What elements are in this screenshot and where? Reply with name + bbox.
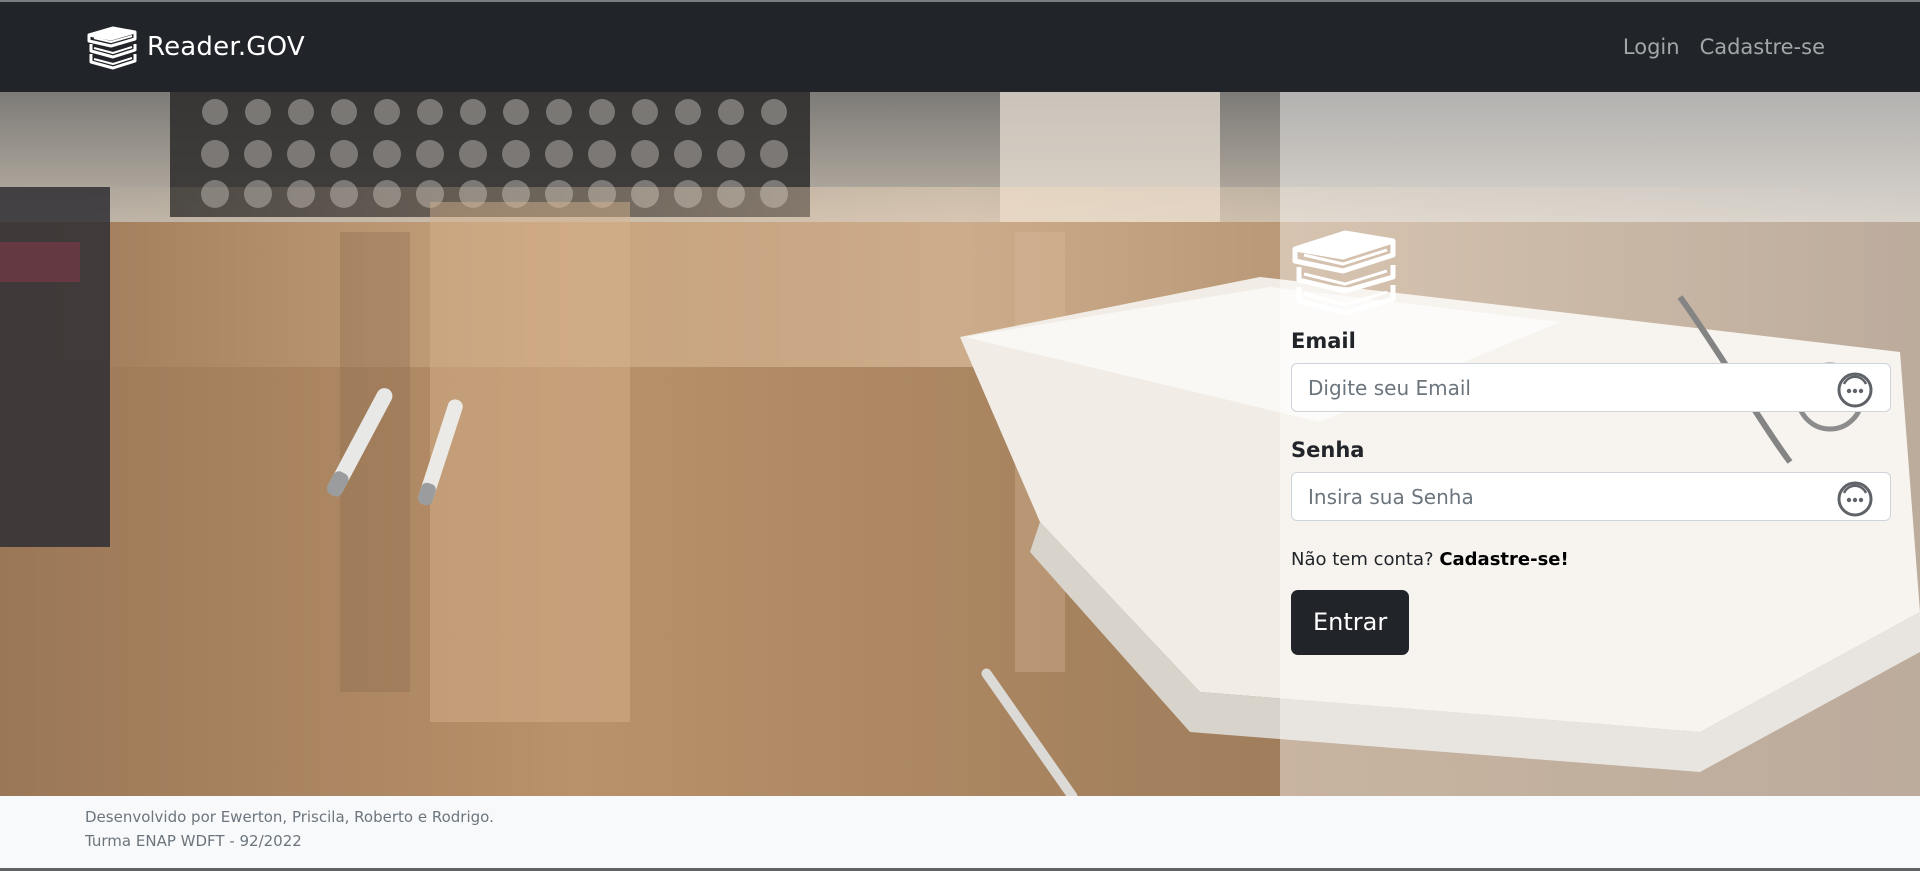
signup-prompt-text: Não tem conta? — [1291, 549, 1434, 570]
email-field[interactable] — [1292, 364, 1828, 411]
nav-signup-link[interactable]: Cadastre-se — [1700, 35, 1825, 59]
footer: Desenvolvido por Ewerton, Priscila, Robe… — [0, 796, 1920, 868]
password-field[interactable] — [1292, 473, 1828, 520]
nav-login-link[interactable]: Login — [1623, 35, 1680, 59]
password-label: Senha — [1291, 438, 1365, 462]
books-stack-icon — [1292, 230, 1396, 316]
brand-link[interactable]: Reader.GOV — [85, 24, 305, 70]
footer-credits: Desenvolvido por Ewerton, Priscila, Robe… — [85, 808, 494, 826]
email-field-wrapper — [1291, 363, 1891, 412]
signup-link[interactable]: Cadastre-se! — [1439, 549, 1568, 570]
password-field-wrapper — [1291, 472, 1891, 521]
nav-links: Login Cadastre-se — [1623, 35, 1825, 59]
navbar: Reader.GOV Login Cadastre-se — [0, 2, 1920, 92]
password-manager-icon[interactable] — [1836, 371, 1874, 409]
books-stack-icon — [87, 26, 137, 70]
password-manager-icon[interactable] — [1836, 480, 1874, 518]
brand-name: Reader.GOV — [147, 32, 305, 62]
footer-class-info: Turma ENAP WDFT - 92/2022 — [85, 832, 302, 850]
login-submit-button[interactable]: Entrar — [1291, 590, 1410, 655]
signup-prompt-line: Não tem conta? Cadastre-se! — [1291, 549, 1893, 570]
login-form: Email Senha Não tem conta? — [1291, 227, 1893, 655]
email-label: Email — [1291, 329, 1356, 353]
hero-section: Email Senha Não tem conta? — [0, 92, 1920, 796]
